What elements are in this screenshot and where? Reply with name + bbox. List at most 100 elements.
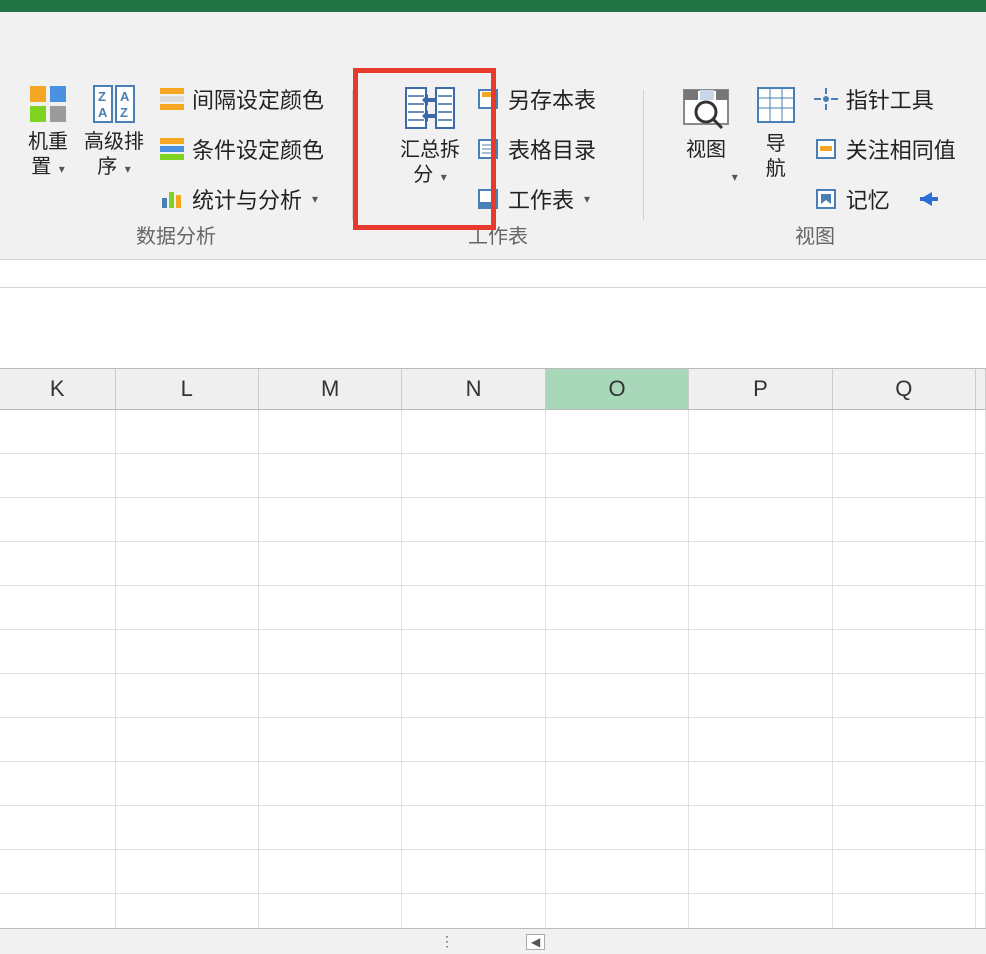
cell[interactable] bbox=[116, 762, 259, 806]
cell[interactable] bbox=[259, 674, 402, 718]
cell[interactable] bbox=[833, 674, 976, 718]
cell[interactable] bbox=[259, 498, 402, 542]
spreadsheet-grid[interactable]: KLMNOPQ bbox=[0, 368, 986, 938]
cell[interactable] bbox=[402, 410, 545, 454]
condition-color-button[interactable]: 条件设定颜色 bbox=[154, 130, 330, 168]
advanced-sort-button[interactable]: Z A A Z 高级排 序 ▾ bbox=[78, 80, 150, 184]
cell[interactable] bbox=[833, 542, 976, 586]
cell[interactable] bbox=[259, 850, 402, 894]
cell[interactable] bbox=[976, 850, 986, 894]
cell[interactable] bbox=[116, 586, 259, 630]
cell[interactable] bbox=[976, 586, 986, 630]
interval-color-button[interactable]: 间隔设定颜色 bbox=[154, 80, 330, 118]
cell[interactable] bbox=[689, 542, 832, 586]
column-header-M[interactable]: M bbox=[259, 369, 402, 409]
navigation-button[interactable]: 导 航 bbox=[748, 80, 804, 186]
cell[interactable] bbox=[0, 850, 116, 894]
cell[interactable] bbox=[689, 674, 832, 718]
cell[interactable] bbox=[402, 498, 545, 542]
cell[interactable] bbox=[689, 586, 832, 630]
cell[interactable] bbox=[116, 718, 259, 762]
view-button[interactable]: 视图 ▾ bbox=[668, 80, 744, 192]
cell[interactable] bbox=[546, 630, 689, 674]
cell[interactable] bbox=[546, 806, 689, 850]
cell[interactable] bbox=[976, 410, 986, 454]
cell[interactable] bbox=[259, 586, 402, 630]
column-header-N[interactable]: N bbox=[402, 369, 545, 409]
cell[interactable] bbox=[0, 498, 116, 542]
cell[interactable] bbox=[976, 806, 986, 850]
cell[interactable] bbox=[259, 762, 402, 806]
cell[interactable] bbox=[689, 806, 832, 850]
cell[interactable] bbox=[976, 718, 986, 762]
cell[interactable] bbox=[546, 410, 689, 454]
cell[interactable] bbox=[689, 410, 832, 454]
cell[interactable] bbox=[976, 542, 986, 586]
sheet-nav-dots[interactable]: ⋮ bbox=[440, 933, 466, 950]
cell[interactable] bbox=[116, 498, 259, 542]
cell[interactable] bbox=[833, 454, 976, 498]
cell[interactable] bbox=[0, 410, 116, 454]
cell[interactable] bbox=[833, 806, 976, 850]
cell[interactable] bbox=[402, 542, 545, 586]
cell[interactable] bbox=[402, 586, 545, 630]
random-reset-button[interactable]: 机重 置 ▾ bbox=[22, 80, 74, 184]
cell[interactable] bbox=[0, 586, 116, 630]
cell[interactable] bbox=[976, 498, 986, 542]
cell[interactable] bbox=[689, 762, 832, 806]
cell[interactable] bbox=[976, 630, 986, 674]
cell[interactable] bbox=[546, 850, 689, 894]
cell[interactable] bbox=[402, 850, 545, 894]
cell[interactable] bbox=[402, 806, 545, 850]
summary-split-button[interactable]: 汇总拆 分 ▾ bbox=[394, 80, 466, 192]
column-header-K[interactable]: K bbox=[0, 369, 116, 409]
cell[interactable] bbox=[546, 762, 689, 806]
save-table-button[interactable]: 另存本表 bbox=[470, 80, 602, 118]
cell[interactable] bbox=[116, 806, 259, 850]
cell[interactable] bbox=[546, 718, 689, 762]
cell[interactable] bbox=[116, 454, 259, 498]
cell[interactable] bbox=[0, 674, 116, 718]
stats-analysis-button[interactable]: 统计与分析 ▾ bbox=[154, 180, 330, 218]
cell[interactable] bbox=[546, 674, 689, 718]
cell[interactable] bbox=[689, 718, 832, 762]
cell[interactable] bbox=[0, 630, 116, 674]
cell[interactable] bbox=[546, 542, 689, 586]
column-header-Q[interactable]: Q bbox=[833, 369, 976, 409]
cell[interactable] bbox=[402, 630, 545, 674]
column-header-L[interactable]: L bbox=[116, 369, 259, 409]
cell[interactable] bbox=[546, 498, 689, 542]
cell[interactable] bbox=[259, 542, 402, 586]
cell[interactable] bbox=[833, 718, 976, 762]
column-header-O[interactable]: O bbox=[546, 369, 689, 409]
worksheet-button[interactable]: 工作表 ▾ bbox=[470, 180, 602, 218]
cell[interactable] bbox=[546, 454, 689, 498]
cell[interactable] bbox=[546, 586, 689, 630]
cell[interactable] bbox=[402, 762, 545, 806]
cell[interactable] bbox=[976, 762, 986, 806]
cell[interactable] bbox=[833, 850, 976, 894]
cell[interactable] bbox=[116, 542, 259, 586]
pointer-tool-button[interactable]: 指针工具 bbox=[808, 80, 962, 118]
cell[interactable] bbox=[0, 454, 116, 498]
cell[interactable] bbox=[0, 542, 116, 586]
cell[interactable] bbox=[116, 630, 259, 674]
cell[interactable] bbox=[689, 454, 832, 498]
cell[interactable] bbox=[259, 454, 402, 498]
cell[interactable] bbox=[689, 850, 832, 894]
cell[interactable] bbox=[402, 454, 545, 498]
cell[interactable] bbox=[0, 762, 116, 806]
cell[interactable] bbox=[259, 806, 402, 850]
column-header-P[interactable]: P bbox=[689, 369, 832, 409]
cell[interactable] bbox=[116, 850, 259, 894]
focus-same-button[interactable]: 关注相同值 bbox=[808, 130, 962, 168]
table-index-button[interactable]: 表格目录 bbox=[470, 130, 602, 168]
sheet-tab-bar[interactable]: ⋮ ◀ bbox=[0, 928, 986, 954]
cell[interactable] bbox=[116, 674, 259, 718]
cell[interactable] bbox=[0, 718, 116, 762]
cell[interactable] bbox=[402, 674, 545, 718]
cell[interactable] bbox=[976, 454, 986, 498]
cell[interactable] bbox=[259, 410, 402, 454]
cell[interactable] bbox=[833, 410, 976, 454]
cell[interactable] bbox=[833, 762, 976, 806]
